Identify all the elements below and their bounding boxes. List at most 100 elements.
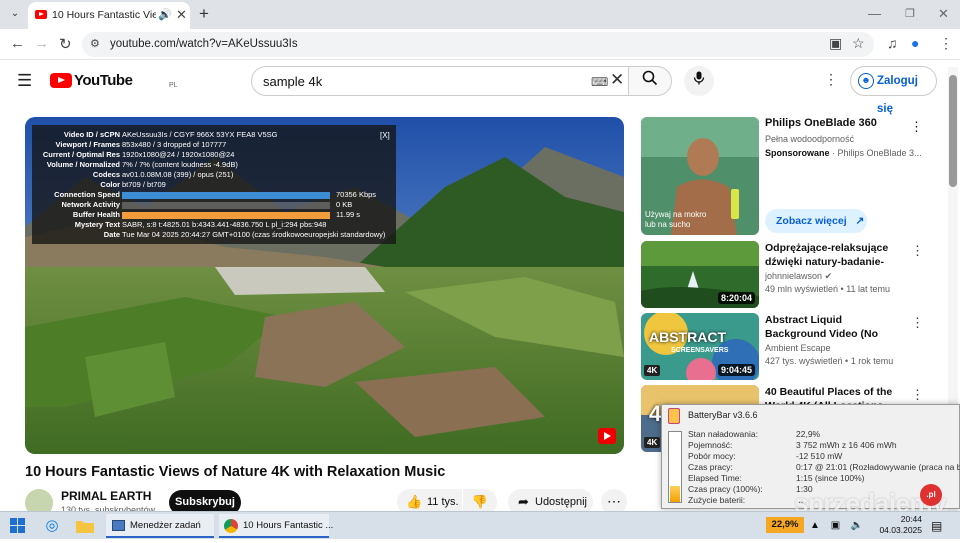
battery-detail-label: Czas pracy: — [688, 462, 733, 472]
task-manager-label: Menedżer zadań — [130, 520, 201, 531]
clear-search-icon[interactable]: ✕ — [610, 70, 624, 90]
thumbs-down-icon: 👎 — [471, 494, 489, 509]
stats-label: Video ID / sCPN — [63, 130, 120, 139]
external-link-icon: ↗ — [855, 215, 865, 227]
taskbar-chrome[interactable]: 10 Hours Fantastic ... — [219, 514, 333, 538]
quality-badge: 4K — [644, 365, 661, 376]
stats-label: Current / Optimal Res — [42, 150, 120, 159]
like-count: 11 tys. — [427, 496, 459, 508]
task-manager-icon — [112, 520, 125, 531]
stats-row: Buffer Health 11.99 s — [32, 210, 396, 220]
back-button[interactable]: ← — [10, 35, 25, 52]
notifications-icon[interactable]: ▤ — [931, 514, 942, 538]
restore-button[interactable]: ❐ — [905, 7, 915, 20]
bookmark-star-icon[interactable]: ☆ — [852, 35, 865, 52]
system-tray[interactable]: ▲ ▣ 🔈 — [810, 514, 863, 538]
tray-chevron-icon[interactable]: ▲ — [810, 520, 820, 531]
media-controls-icon[interactable]: ♫ — [887, 35, 898, 51]
site-info-icon[interactable]: ⚙ — [90, 37, 100, 50]
chrome-menu-icon[interactable]: ⋮ — [939, 35, 953, 52]
taskbar-task-manager[interactable]: Menedżer zadań — [106, 514, 214, 538]
search-input[interactable]: sample 4k ⌨ ✕ — [251, 66, 629, 96]
window-close-button[interactable]: ✕ — [938, 6, 949, 22]
folder-icon — [76, 521, 94, 533]
battery-detail-label: Zużycie baterii: — [688, 495, 746, 505]
more-options-icon[interactable]: ⋮ — [824, 71, 838, 88]
channel-name[interactable]: PRIMAL EARTH — [61, 489, 151, 503]
page-scrollbar-thumb[interactable] — [949, 75, 957, 187]
stats-row: Date Tue Mar 04 2025 20:44:27 GMT+0100 (c… — [32, 230, 396, 240]
address-bar[interactable]: ⚙ youtube.com/watch?v=AKeUssuu3Is — [82, 32, 874, 57]
video-duration: 9:04:45 — [717, 364, 755, 376]
stats-value: 0 KB — [336, 200, 353, 209]
stats-row: Codecs av01.0.08M.08 (399) / opus (251) — [32, 170, 396, 180]
recommendation-title[interactable]: Abstract Liquid Background Video (No Sou… — [765, 313, 905, 341]
search-query[interactable]: sample 4k — [263, 74, 322, 89]
youtube-logo-text: YouTube — [74, 72, 133, 89]
browser-tab-active[interactable]: 10 Hours Fantastic Views of 🔊 ✕ — [28, 2, 190, 29]
ad-sponsor-name: Philips OneBlade 3... — [837, 148, 922, 158]
battery-level-indicator[interactable]: 22,9% — [766, 517, 804, 533]
hamburger-menu-icon[interactable]: ☰ — [17, 71, 32, 91]
search-button[interactable] — [628, 66, 672, 96]
battery-detail-row: Pobór mocy: -12 510 mW — [688, 451, 842, 461]
more-options-icon[interactable]: ⋮ — [911, 315, 924, 331]
share-label: Udostępnij — [535, 496, 587, 508]
recommendation-title[interactable]: Odprężające-relaksujące dźwięki natury-b… — [765, 241, 905, 269]
verified-icon: ✔ — [824, 271, 833, 281]
tab-list-button[interactable]: ⌄ — [6, 5, 24, 23]
batterybar-title: BatteryBar v3.6.6 — [688, 410, 758, 420]
microphone-icon — [693, 71, 705, 85]
youtube-watermark-icon[interactable] — [598, 428, 616, 444]
tab-strip: ⌄ 10 Hours Fantastic Views of 🔊 ✕ + — ❐ … — [0, 0, 960, 29]
edge-icon[interactable]: ◎ — [41, 514, 63, 538]
ad-more-icon[interactable]: ⋮ — [910, 119, 923, 135]
volume-icon[interactable]: 🔈 — [851, 520, 863, 531]
tab-close-icon[interactable]: ✕ — [176, 7, 187, 23]
youtube-logo[interactable]: YouTube PL — [50, 72, 178, 90]
recommendation-channel[interactable]: Ambient Escape — [765, 343, 831, 353]
video-duration: 8:20:04 — [717, 292, 755, 304]
channel-name: johnnielawson — [765, 271, 823, 281]
clock[interactable]: 20:44 04.03.2025 — [878, 514, 922, 538]
ad-title[interactable]: Philips OneBlade 360 — [765, 117, 877, 129]
sign-in-button[interactable]: ☻ Zaloguj się — [850, 66, 937, 115]
stats-label: Buffer Health — [72, 210, 120, 219]
new-tab-button[interactable]: + — [199, 4, 209, 24]
file-explorer-icon[interactable] — [76, 514, 98, 538]
battery-detail-value: -12 510 mW — [796, 451, 843, 461]
ad-thumbnail[interactable]: Używaj na mokro lub na sucho — [641, 117, 759, 235]
more-options-icon[interactable]: ⋮ — [911, 387, 924, 403]
cast-icon[interactable]: ▣ — [829, 35, 842, 52]
battery-detail-value: 0:17 @ 21:01 (Rozładowywanie (praca na b… — [796, 462, 960, 472]
stats-graph-track — [122, 202, 330, 209]
profile-icon[interactable]: ● — [911, 35, 919, 51]
stats-label: Connection Speed — [54, 190, 120, 199]
battery-level-fill — [670, 486, 680, 502]
battery-detail-value: 3 752 mWh z 16 406 mWh — [796, 440, 897, 450]
voice-search-button[interactable] — [684, 66, 714, 96]
speaker-icon[interactable]: 🔊 — [158, 8, 172, 21]
battery-detail-label: Pojemność: — [688, 440, 733, 450]
more-options-icon[interactable]: ⋮ — [911, 243, 924, 259]
keyboard-icon[interactable]: ⌨ — [591, 75, 608, 89]
video-player[interactable]: Video ID / sCPN AKeUssuu3Is / CGYF 966X 5… — [25, 117, 624, 454]
network-icon[interactable]: ▣ — [831, 520, 840, 531]
ad-cta-button[interactable]: Zobacz więcej ↗ — [765, 209, 867, 233]
video-title: 10 Hours Fantastic Views of Nature 4K wi… — [25, 464, 446, 480]
windows-start-icon[interactable] — [10, 518, 26, 534]
quality-badge: 4K — [644, 437, 661, 448]
forward-button[interactable]: → — [34, 35, 49, 52]
recommendation-channel[interactable]: johnnielawson ✔ — [765, 271, 832, 282]
url-text[interactable]: youtube.com/watch?v=AKeUssuu3Is — [110, 38, 298, 50]
channel-name: Ambient Escape — [765, 343, 831, 353]
stats-close-button[interactable]: [X] — [380, 131, 390, 140]
recommendation-stats: 427 tys. wyświetleń • 1 rok temu — [765, 356, 894, 366]
reload-button[interactable]: ↻ — [59, 35, 72, 53]
upload-age: 11 lat temu — [846, 284, 891, 294]
recommendation-thumbnail[interactable]: ABSTRACT SCREENSAVERS 4K 9:04:45 — [641, 313, 759, 380]
stats-value: av01.0.08M.08 (399) / opus (251) — [122, 170, 234, 179]
stats-row: Video ID / sCPN AKeUssuu3Is / CGYF 966X 5… — [32, 130, 396, 140]
recommendation-thumbnail[interactable]: 8:20:04 — [641, 241, 759, 308]
minimize-button[interactable]: — — [868, 6, 881, 21]
